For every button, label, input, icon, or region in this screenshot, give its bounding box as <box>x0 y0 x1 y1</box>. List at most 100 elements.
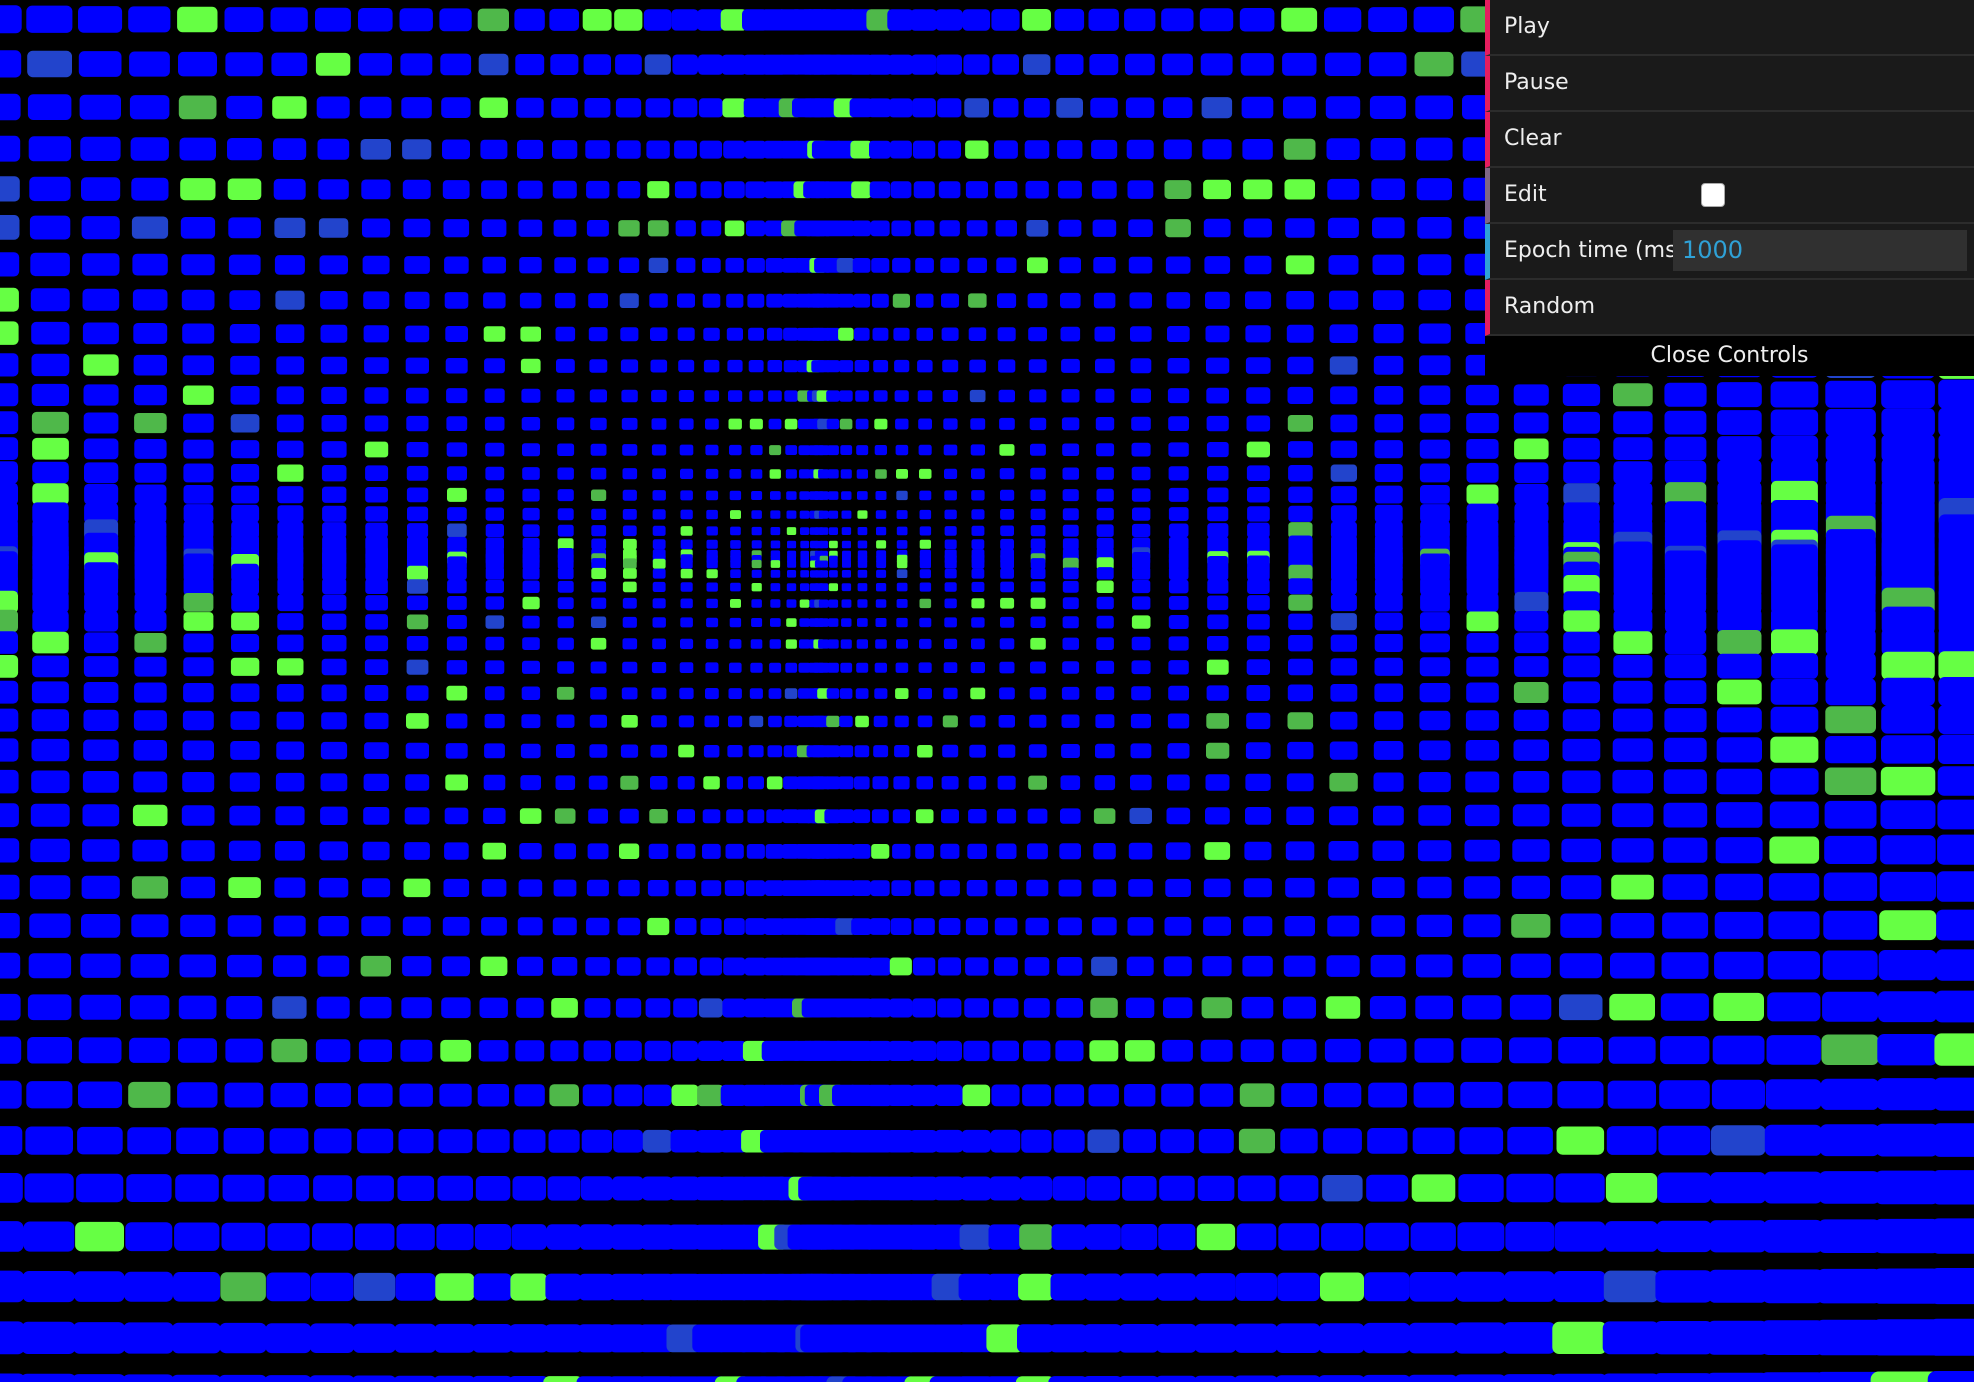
grid-cell[interactable] <box>447 579 467 594</box>
grid-cell[interactable] <box>30 288 70 312</box>
grid-cell[interactable] <box>83 709 119 731</box>
grid-cell[interactable] <box>648 843 669 859</box>
grid-cell[interactable] <box>129 1037 170 1063</box>
grid-cell[interactable] <box>229 772 260 792</box>
grid-cell[interactable] <box>1094 775 1116 791</box>
grid-cell[interactable] <box>1761 1269 1824 1304</box>
grid-cell[interactable] <box>1132 580 1151 594</box>
grid-cell[interactable] <box>1513 709 1549 731</box>
grid-cell[interactable] <box>640 1224 674 1250</box>
grid-cell[interactable] <box>322 486 347 503</box>
grid-cell[interactable] <box>855 715 869 728</box>
grid-cell[interactable] <box>1877 1034 1938 1066</box>
grid-cell[interactable] <box>0 5 22 34</box>
grid-cell[interactable] <box>990 1129 1021 1153</box>
grid-cell[interactable] <box>1465 740 1500 761</box>
grid-cell[interactable] <box>1937 766 1974 796</box>
grid-cell[interactable] <box>276 414 304 433</box>
grid-cell[interactable] <box>82 288 120 311</box>
grid-cell[interactable] <box>28 136 72 162</box>
grid-cell[interactable] <box>433 1375 476 1382</box>
grid-cell[interactable] <box>322 613 347 630</box>
grid-cell[interactable] <box>445 326 468 342</box>
grid-cell[interactable] <box>1168 466 1189 481</box>
grid-cell[interactable] <box>1327 217 1359 238</box>
grid-cell[interactable] <box>483 807 506 824</box>
grid-cell[interactable] <box>553 219 577 237</box>
grid-cell[interactable] <box>1062 637 1080 650</box>
grid-cell[interactable] <box>1030 661 1046 674</box>
grid-cell[interactable] <box>933 1176 964 1201</box>
grid-cell[interactable] <box>786 618 797 627</box>
grid-cell[interactable] <box>1462 995 1502 1020</box>
grid-cell[interactable] <box>1560 913 1602 938</box>
grid-cell[interactable] <box>1562 709 1601 732</box>
grid-cell[interactable] <box>1030 616 1046 629</box>
grid-cell[interactable] <box>1713 992 1764 1021</box>
grid-cell[interactable] <box>994 917 1018 936</box>
grid-cell[interactable] <box>645 98 671 118</box>
grid-cell[interactable] <box>1288 594 1313 611</box>
grid-cell[interactable] <box>0 952 21 979</box>
grid-cell[interactable] <box>31 383 69 406</box>
grid-cell[interactable] <box>1608 1036 1656 1064</box>
grid-cell[interactable] <box>436 1223 474 1251</box>
grid-cell[interactable] <box>1661 952 1709 979</box>
grid-cell[interactable] <box>133 384 167 406</box>
grid-cell[interactable] <box>855 390 869 402</box>
grid-cell[interactable] <box>838 327 854 341</box>
grid-cell[interactable] <box>786 599 797 608</box>
grid-cell[interactable] <box>1203 179 1231 200</box>
grid-cell[interactable] <box>133 740 167 761</box>
grid-cell[interactable] <box>887 1084 914 1106</box>
grid-cell[interactable] <box>944 638 958 649</box>
grid-cell[interactable] <box>1207 595 1229 611</box>
grid-cell[interactable] <box>404 842 430 860</box>
grid-cell[interactable] <box>1503 1322 1556 1354</box>
grid-cell[interactable] <box>919 509 932 520</box>
grid-cell[interactable] <box>228 254 261 275</box>
grid-cell[interactable] <box>400 1039 433 1062</box>
grid-cell[interactable] <box>1460 1081 1503 1108</box>
grid-cell[interactable] <box>32 483 69 505</box>
grid-cell[interactable] <box>784 688 798 699</box>
grid-cell[interactable] <box>1168 660 1189 675</box>
grid-cell[interactable] <box>586 180 610 199</box>
grid-cell[interactable] <box>785 445 798 455</box>
grid-cell[interactable] <box>1512 839 1550 862</box>
grid-cell[interactable] <box>522 488 540 502</box>
grid-cell[interactable] <box>556 417 575 431</box>
grid-cell[interactable] <box>406 465 429 481</box>
grid-cell[interactable] <box>1125 1040 1155 1062</box>
grid-cell[interactable] <box>583 54 611 75</box>
grid-cell[interactable] <box>919 490 932 501</box>
grid-cell[interactable] <box>800 527 810 535</box>
grid-cell[interactable] <box>520 743 541 759</box>
grid-cell[interactable] <box>965 957 989 976</box>
grid-cell[interactable] <box>484 686 505 701</box>
grid-cell[interactable] <box>442 916 470 936</box>
grid-cell[interactable] <box>181 805 215 826</box>
grid-cell[interactable] <box>1613 437 1653 460</box>
grid-cell[interactable] <box>230 414 260 433</box>
grid-cell[interactable] <box>968 327 987 341</box>
grid-cell[interactable] <box>1168 579 1189 594</box>
grid-cell[interactable] <box>971 468 985 480</box>
grid-cell[interactable] <box>1019 1224 1053 1250</box>
grid-cell[interactable] <box>1207 636 1229 651</box>
grid-cell[interactable] <box>1286 291 1314 310</box>
grid-cell[interactable] <box>969 715 986 728</box>
grid-cell[interactable] <box>1126 956 1154 976</box>
grid-cell[interactable] <box>1407 1374 1459 1382</box>
grid-cell[interactable] <box>799 469 810 479</box>
grid-cell[interactable] <box>896 490 908 501</box>
grid-cell[interactable] <box>943 418 958 430</box>
grid-cell[interactable] <box>1717 460 1762 485</box>
grid-cell[interactable] <box>770 569 781 578</box>
grid-cell[interactable] <box>1513 682 1549 703</box>
grid-cell[interactable] <box>679 444 694 456</box>
grid-cell[interactable] <box>520 326 541 342</box>
grid-cell[interactable] <box>966 880 988 897</box>
grid-cell[interactable] <box>1159 1175 1195 1201</box>
grid-cell[interactable] <box>888 54 913 75</box>
